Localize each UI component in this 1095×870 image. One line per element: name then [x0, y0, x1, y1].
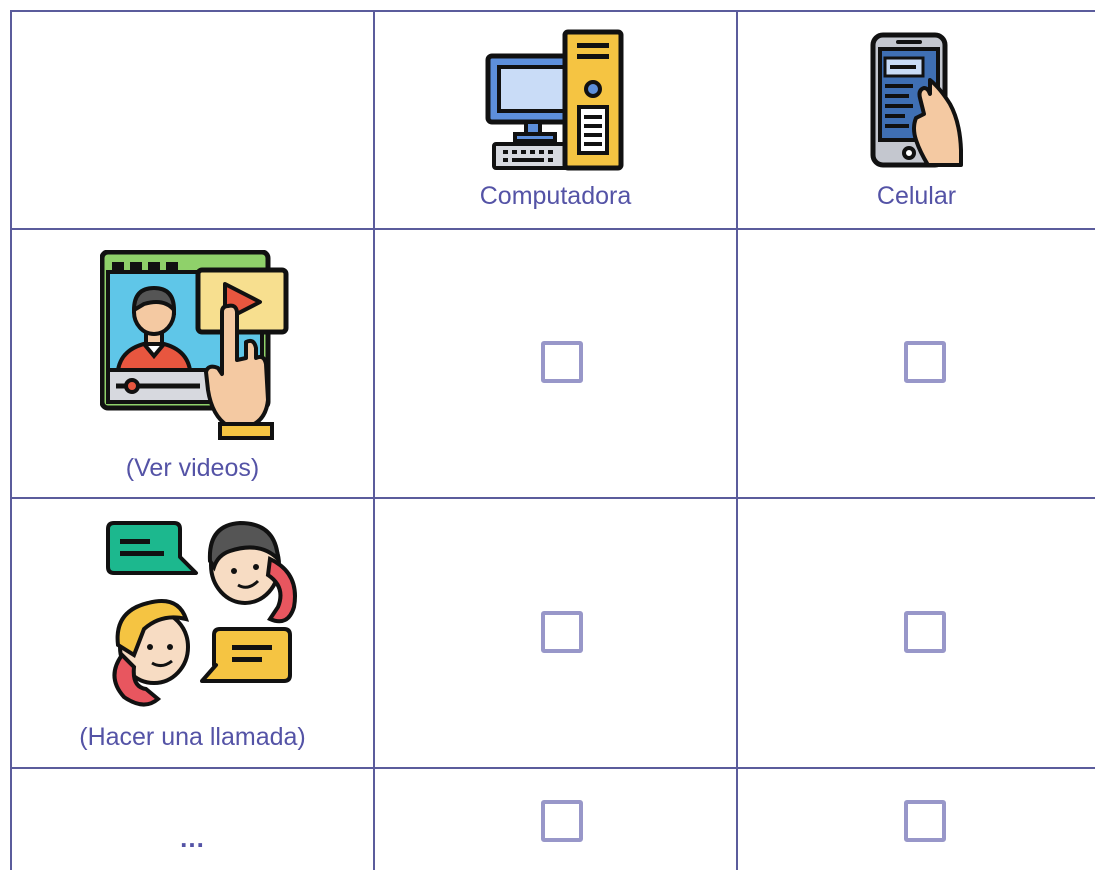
smartphone-icon: [870, 32, 963, 168]
row-header-label: ...: [180, 823, 205, 853]
column-header-label: Celular: [876, 182, 957, 210]
checkbox-make-call-computer[interactable]: [541, 611, 583, 653]
row-header-watch-videos: (Ver videos): [12, 230, 373, 497]
row-header-more: ...: [12, 769, 373, 870]
video-streaming-icon: [100, 250, 289, 440]
phone-call-icon: [106, 520, 297, 707]
checkbox-make-call-phone[interactable]: [904, 611, 946, 653]
column-header-phone: Celular: [738, 12, 1095, 228]
desktop-computer-icon: [485, 29, 624, 171]
column-header-label: Computadora: [479, 182, 632, 210]
row-header-make-call: (Hacer una llamada): [12, 499, 373, 767]
checkbox-more-computer[interactable]: [541, 800, 583, 842]
row-header-label: (Hacer una llamada): [79, 723, 306, 751]
checkbox-watch-videos-phone[interactable]: [904, 341, 946, 383]
activity-device-table: Computadora Celular (Ver videos) (Hacer …: [0, 0, 1095, 870]
checkbox-more-phone[interactable]: [904, 800, 946, 842]
checkbox-watch-videos-computer[interactable]: [541, 341, 583, 383]
row-header-label: (Ver videos): [125, 454, 260, 482]
column-header-computer: Computadora: [375, 12, 736, 228]
corner-cell: [12, 12, 373, 228]
